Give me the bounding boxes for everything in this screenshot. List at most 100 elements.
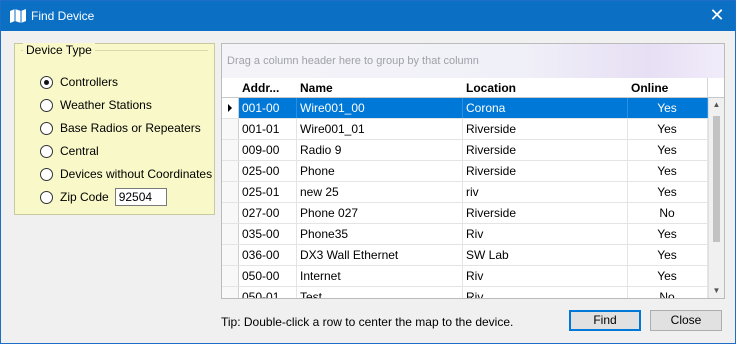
current-row-arrow-icon xyxy=(228,104,232,112)
radio-label: Controllers xyxy=(60,75,119,89)
cell-location: Riverside xyxy=(462,140,628,160)
column-header-name[interactable]: Name xyxy=(296,78,463,98)
cell-address: 050-00 xyxy=(238,266,297,286)
radio-label: Weather Stations xyxy=(60,98,152,112)
cell-location: Riv xyxy=(462,224,628,244)
row-indicator[interactable] xyxy=(222,161,239,181)
device-type-legend: Device Type xyxy=(23,43,95,57)
table-row[interactable]: 001-00 Wire001_00 Corona Yes xyxy=(222,98,708,119)
cell-address: 001-00 xyxy=(238,98,297,118)
tip-text: Tip: Double-click a row to center the ma… xyxy=(221,315,514,329)
cell-online: Yes xyxy=(627,224,708,244)
radio-devices-without-coordinates[interactable]: Devices without Coordinates xyxy=(40,165,212,183)
cell-location: riv xyxy=(462,182,628,202)
table-row[interactable]: 025-01 new 25 riv Yes xyxy=(222,182,708,203)
cell-name: Phone 027 xyxy=(296,203,463,223)
cell-name: DX3 Wall Ethernet xyxy=(296,245,463,265)
row-indicator[interactable] xyxy=(222,119,239,139)
cell-name: Phone xyxy=(296,161,463,181)
find-device-window: Find Device ✕ Device Type Controllers We… xyxy=(0,0,736,344)
cell-online: Yes xyxy=(627,245,708,265)
cell-online: Yes xyxy=(627,182,708,202)
table-row[interactable]: 025-00 Phone Riverside Yes xyxy=(222,161,708,182)
row-indicator[interactable] xyxy=(222,245,239,265)
cell-online: Yes xyxy=(627,161,708,181)
radio-button[interactable] xyxy=(40,98,53,112)
cell-name: Wire001_00 xyxy=(296,98,463,118)
cell-name: Radio 9 xyxy=(296,140,463,160)
row-indicator[interactable] xyxy=(222,224,239,244)
cell-location: Riverside xyxy=(462,203,628,223)
radio-zip-code[interactable]: Zip Code xyxy=(40,188,167,206)
group-by-hint: Drag a column header here to group by th… xyxy=(227,55,479,67)
cell-online: Yes xyxy=(627,119,708,139)
cell-address: 035-00 xyxy=(238,224,297,244)
table-row[interactable]: 036-00 DX3 Wall Ethernet SW Lab Yes xyxy=(222,245,708,266)
cell-address: 050-01 xyxy=(238,287,297,298)
radio-label: Base Radios or Repeaters xyxy=(60,121,201,135)
device-grid: Drag a column header here to group by th… xyxy=(221,43,725,299)
radio-label: Zip Code xyxy=(60,190,109,204)
radio-weather-stations[interactable]: Weather Stations xyxy=(40,96,152,114)
table-row[interactable]: 001-01 Wire001_01 Riverside Yes xyxy=(222,119,708,140)
row-indicator[interactable] xyxy=(222,203,239,223)
cell-address: 027-00 xyxy=(238,203,297,223)
row-indicator[interactable] xyxy=(222,98,239,118)
radio-label: Devices without Coordinates xyxy=(60,167,213,181)
zip-code-input[interactable] xyxy=(114,188,167,206)
radio-button[interactable] xyxy=(40,190,53,204)
row-indicator[interactable] xyxy=(222,287,239,298)
table-row[interactable]: 027-00 Phone 027 Riverside No xyxy=(222,203,708,224)
radio-button[interactable] xyxy=(40,121,53,135)
column-header-address[interactable]: Addr... xyxy=(238,78,297,98)
row-indicator[interactable] xyxy=(222,266,239,286)
cell-location: Corona xyxy=(462,98,628,118)
cell-online: Yes xyxy=(627,140,708,160)
table-row[interactable]: 035-00 Phone35 Riv Yes xyxy=(222,224,708,245)
radio-button[interactable] xyxy=(40,144,53,158)
cell-address: 025-00 xyxy=(238,161,297,181)
radio-button[interactable] xyxy=(40,167,53,181)
scroll-thumb[interactable] xyxy=(713,116,720,242)
radio-button[interactable] xyxy=(40,75,53,89)
row-indicator-header xyxy=(222,78,239,98)
cell-address: 025-01 xyxy=(238,182,297,202)
cell-name: Test xyxy=(296,287,463,298)
cell-name: Phone35 xyxy=(296,224,463,244)
scroll-down-icon[interactable]: ▼ xyxy=(709,284,724,298)
column-header-online[interactable]: Online xyxy=(627,78,708,98)
cell-location: Riv xyxy=(462,266,628,286)
row-indicator[interactable] xyxy=(222,140,239,160)
cell-location: Riverside xyxy=(462,119,628,139)
radio-base-radios[interactable]: Base Radios or Repeaters xyxy=(40,119,201,137)
column-header-location[interactable]: Location xyxy=(462,78,628,98)
cell-online: Yes xyxy=(627,98,708,118)
cell-location: Riverside xyxy=(462,161,628,181)
cell-name: Wire001_01 xyxy=(296,119,463,139)
row-indicator[interactable] xyxy=(222,182,239,202)
table-row[interactable]: 050-01 Test Riv No xyxy=(222,287,708,298)
table-row[interactable]: 050-00 Internet Riv Yes xyxy=(222,266,708,287)
vertical-scrollbar[interactable]: ▲ ▼ xyxy=(708,98,724,298)
cell-online: Yes xyxy=(627,266,708,286)
close-icon[interactable]: ✕ xyxy=(707,5,727,25)
radio-label: Central xyxy=(60,144,99,158)
cell-name: new 25 xyxy=(296,182,463,202)
cell-address: 009-00 xyxy=(238,140,297,160)
group-by-panel[interactable]: Drag a column header here to group by th… xyxy=(222,44,724,78)
window-title: Find Device xyxy=(31,9,95,23)
cell-online: No xyxy=(627,287,708,298)
table-row[interactable]: 009-00 Radio 9 Riverside Yes xyxy=(222,140,708,161)
cell-online: No xyxy=(627,203,708,223)
header-filler xyxy=(708,78,724,98)
cell-address: 001-01 xyxy=(238,119,297,139)
map-icon xyxy=(10,9,26,23)
title-bar[interactable]: Find Device ✕ xyxy=(1,1,735,31)
find-button[interactable]: Find xyxy=(569,310,641,331)
device-type-group: Device Type Controllers Weather Stations… xyxy=(14,43,215,215)
cell-location: SW Lab xyxy=(462,245,628,265)
scroll-up-icon[interactable]: ▲ xyxy=(709,98,724,112)
radio-controllers[interactable]: Controllers xyxy=(40,73,118,91)
radio-central[interactable]: Central xyxy=(40,142,99,160)
close-button[interactable]: Close xyxy=(650,310,722,331)
